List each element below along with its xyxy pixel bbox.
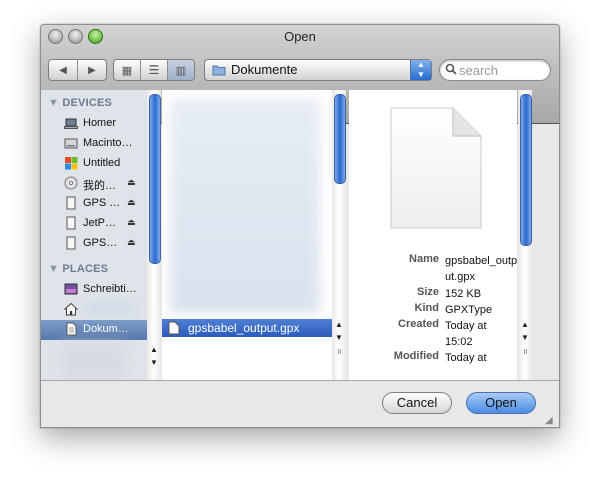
sidebar-item-desktop[interactable]: Schreibti… — [41, 280, 147, 300]
preview-scrollbar[interactable]: ▲ ▼ ॥ — [518, 90, 532, 380]
disclosure-triangle-icon[interactable]: ▼ — [48, 97, 59, 109]
eject-icon[interactable]: ⏏ — [127, 177, 136, 188]
sidebar-item-macintosh-hd[interactable]: Macinto… — [41, 134, 147, 154]
updown-arrows-icon: ▲ ▼ — [410, 60, 431, 80]
sidebar-item-disc[interactable]: 我的… ⏏ — [41, 174, 147, 194]
size-key: Size — [416, 286, 439, 298]
column-resize-handle-icon[interactable]: ॥ — [332, 346, 346, 358]
file-column-scroll-thumb[interactable] — [334, 94, 346, 184]
drive-icon — [64, 196, 78, 210]
scroll-up-arrow-icon[interactable]: ▲ — [518, 319, 532, 331]
dialog-footer: Cancel Open ◢ — [41, 380, 559, 427]
harddisk-icon — [64, 136, 78, 150]
location-popup[interactable]: Dokumente ▲ ▼ — [204, 59, 432, 81]
eject-icon[interactable]: ⏏ — [127, 217, 136, 228]
scroll-down-arrow-icon[interactable]: ▼ — [332, 332, 346, 344]
devices-header: ▼ DEVICES — [48, 97, 113, 109]
location-label: Dokumente — [231, 62, 298, 77]
back-forward-buttons: ◀ ▶ — [48, 59, 107, 81]
redacted-label — [83, 303, 135, 315]
disclosure-triangle-icon[interactable]: ▼ — [48, 263, 59, 275]
modified-key: Modified — [393, 350, 439, 362]
desktop-icon — [64, 282, 78, 296]
file-column-scrollbar[interactable]: ▲ ▼ ॥ — [332, 90, 346, 380]
list-view-button[interactable]: ☰ — [141, 60, 168, 80]
preview-scroll-thumb[interactable] — [520, 94, 532, 246]
chevron-left-icon: ◀ — [59, 64, 67, 76]
sidebar-item-untitled[interactable]: Untitled — [41, 154, 147, 174]
file-row-selected[interactable]: gpsbabel_output.gpx — [162, 319, 332, 337]
sidebar-item-gps-1[interactable]: GPS … ⏏ — [41, 194, 147, 214]
documents-icon — [64, 322, 78, 336]
generic-document-icon — [390, 107, 482, 229]
eject-icon[interactable]: ⏏ — [127, 237, 136, 248]
sidebar-item-home[interactable] — [41, 300, 147, 320]
name-key: Name — [409, 253, 439, 265]
kind-key: Kind — [414, 302, 439, 314]
grid-icon: ▦ — [121, 64, 133, 77]
search-icon — [445, 63, 457, 75]
scroll-up-arrow-icon[interactable]: ▲ — [147, 344, 161, 356]
preview-column: Name gpsbabel_outp ut.gpx Size 152 KB Ki… — [349, 90, 517, 380]
back-button[interactable]: ◀ — [49, 60, 78, 80]
drive-icon — [64, 236, 78, 250]
sidebar-item-jetp[interactable]: JetP… ⏏ — [41, 214, 147, 234]
icon-view-button[interactable]: ▦ — [114, 60, 141, 80]
columns-icon: ▥ — [175, 64, 187, 77]
chevron-right-icon: ▶ — [88, 64, 96, 76]
window-title: Open — [284, 29, 316, 44]
eject-icon[interactable]: ⏏ — [127, 197, 136, 208]
resize-grip-icon[interactable]: ◢ — [545, 415, 553, 426]
redacted-file-list — [170, 98, 320, 313]
sidebar-item-gps-2[interactable]: GPS… ⏏ — [41, 234, 147, 254]
folder-icon — [212, 65, 226, 76]
places-header: ▼ PLACES — [48, 263, 109, 275]
laptop-icon — [64, 116, 78, 130]
redacted-area — [61, 344, 125, 380]
created-value: Today at 15:02 — [445, 320, 487, 348]
sidebar-item-documents[interactable]: Dokum… — [41, 320, 147, 340]
scroll-up-arrow-icon[interactable]: ▲ — [332, 319, 346, 331]
sidebar-item-homer[interactable]: Homer — [41, 114, 147, 134]
scroll-down-arrow-icon[interactable]: ▼ — [147, 357, 161, 369]
created-key: Created — [398, 318, 439, 330]
cancel-button[interactable]: Cancel — [382, 392, 452, 414]
list-icon: ☰ — [148, 63, 160, 77]
scroll-down-arrow-icon[interactable]: ▼ — [518, 332, 532, 344]
drive-icon — [64, 216, 78, 230]
search-placeholder: search — [459, 63, 499, 78]
file-name: gpsbabel_output.gpx — [188, 321, 300, 335]
open-button[interactable]: Open — [466, 392, 536, 414]
column-resize-handle-icon[interactable]: ॥ — [518, 346, 532, 358]
disc-icon — [64, 176, 78, 190]
sidebar: ▼ DEVICES Homer Macinto… Untitled 我的… ⏏ … — [41, 90, 148, 380]
sidebar-scroll-thumb[interactable] — [149, 94, 161, 264]
open-dialog-window: Open ◀ ▶ ▦ ☰ ▥ Dokumente ▲ ▼ search ▼ DE… — [40, 24, 560, 428]
column-view-button[interactable]: ▥ — [168, 60, 194, 80]
sidebar-scrollbar[interactable]: ▲ ▼ — [147, 90, 161, 380]
home-icon — [63, 302, 79, 316]
search-field[interactable]: search — [439, 59, 551, 81]
windows-drive-icon — [64, 156, 78, 170]
document-icon — [168, 321, 180, 335]
forward-button[interactable]: ▶ — [78, 60, 106, 80]
view-mode-buttons: ▦ ☰ ▥ — [113, 59, 195, 81]
